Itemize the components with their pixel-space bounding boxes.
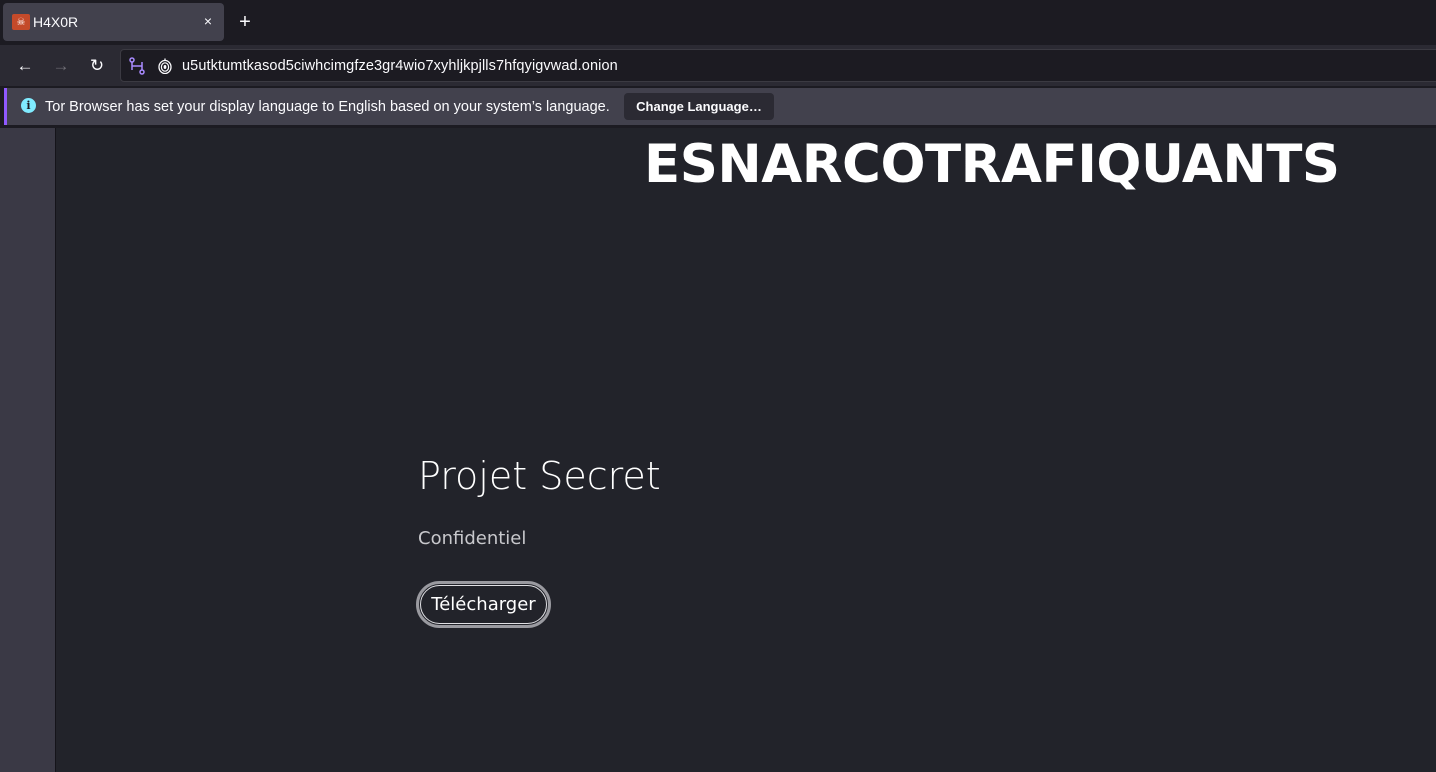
change-language-button[interactable]: Change Language…: [624, 93, 774, 120]
page-heading: ESNARCOTRAFIQUANTS: [644, 134, 1340, 195]
project-subtitle: Confidentiel: [418, 528, 527, 549]
tab-title: H4X0R: [33, 14, 79, 30]
reload-button[interactable]: ↻: [86, 55, 108, 77]
back-button[interactable]: ←: [14, 55, 36, 77]
notification-message: Tor Browser has set your display languag…: [45, 99, 610, 115]
forward-button[interactable]: →: [50, 55, 72, 77]
info-icon: i: [21, 98, 36, 113]
tab-h4x0r[interactable]: ☠ H4X0R ×: [3, 3, 224, 41]
navigation-bar: ← → ↻ u5utktumtkasod5ciwhcimgfze3gr4wio7…: [0, 45, 1436, 86]
skull-favicon-icon: ☠: [12, 14, 30, 30]
close-tab-icon[interactable]: ×: [200, 13, 216, 29]
url-text: u5utktumtkasod5ciwhcimgfze3gr4wio7xyhljk…: [182, 58, 618, 74]
project-title: Projet Secret: [418, 454, 661, 498]
onion-icon[interactable]: [157, 58, 173, 74]
page-content: ESNARCOTRAFIQUANTS Projet Secret Confide…: [0, 128, 1436, 772]
download-button[interactable]: Télécharger: [416, 581, 551, 628]
tab-bar: ☠ H4X0R × +: [0, 0, 1436, 45]
new-tab-button[interactable]: +: [234, 11, 256, 33]
language-notification-bar: i Tor Browser has set your display langu…: [4, 88, 1436, 125]
tor-circuit-icon[interactable]: [128, 57, 146, 75]
address-bar[interactable]: u5utktumtkasod5ciwhcimgfze3gr4wio7xyhljk…: [120, 49, 1436, 82]
sidebar: [0, 128, 56, 772]
